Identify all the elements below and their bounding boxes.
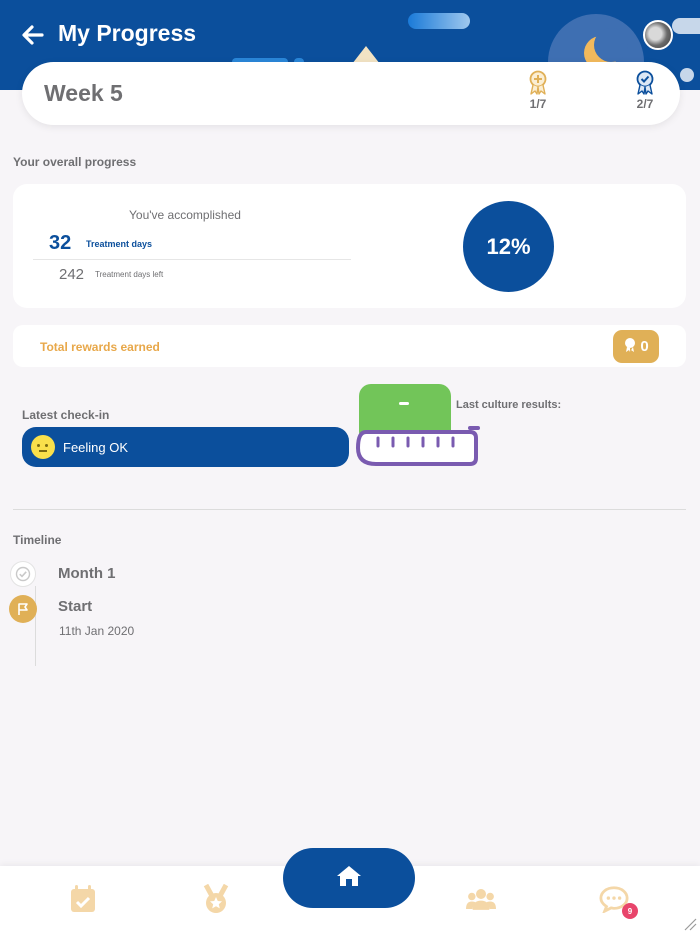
rewards-count: 0 bbox=[640, 338, 649, 355]
timeline-item-start[interactable]: Start bbox=[58, 598, 92, 615]
overall-progress-title: Your overall progress bbox=[13, 155, 137, 169]
days-left-label: Treatment days left bbox=[95, 270, 164, 279]
rewards-card[interactable]: Total rewards earned 0 bbox=[13, 325, 686, 367]
certificate-ribbon-icon bbox=[625, 70, 665, 96]
week-label: Week 5 bbox=[44, 80, 123, 106]
section-divider bbox=[13, 509, 686, 510]
timeline-line bbox=[35, 586, 36, 666]
award-badge[interactable]: 1/7 bbox=[518, 70, 558, 111]
treatment-days-label: Treatment days bbox=[86, 239, 153, 249]
progress-card: You've accomplished 32 Treatment days 24… bbox=[13, 184, 686, 308]
reward-ribbon-icon bbox=[623, 337, 637, 357]
home-icon bbox=[336, 865, 362, 892]
days-left-count: 242 bbox=[59, 266, 85, 283]
rewards-count-pill[interactable]: 0 bbox=[613, 330, 659, 363]
decorative-pill bbox=[408, 13, 470, 29]
award-ribbon-icon bbox=[518, 70, 558, 96]
timeline-item-month-1[interactable]: Month 1 bbox=[58, 565, 116, 582]
back-arrow-icon[interactable] bbox=[20, 22, 46, 48]
checkin-title: Latest check-in bbox=[22, 408, 110, 422]
flag-icon bbox=[9, 595, 37, 623]
people-icon[interactable] bbox=[466, 884, 496, 914]
page-title: My Progress bbox=[58, 20, 197, 46]
divider bbox=[33, 259, 351, 260]
chat-notification-badge: 9 bbox=[622, 903, 638, 919]
certificate-badge[interactable]: 2/7 bbox=[625, 70, 665, 111]
decorative-dot bbox=[680, 68, 694, 82]
checkin-status: Feeling OK bbox=[63, 440, 129, 455]
rewards-label: Total rewards earned bbox=[40, 340, 160, 354]
decorative-pill-right bbox=[672, 18, 700, 34]
accomplished-label: You've accomplished bbox=[129, 208, 241, 222]
test-tube-icon bbox=[354, 424, 484, 473]
progress-percent: 12% bbox=[463, 201, 554, 292]
timeline-title: Timeline bbox=[13, 533, 62, 547]
culture-title: Last culture results: bbox=[456, 399, 562, 411]
treatment-days-count: 32 bbox=[49, 232, 72, 254]
check-icon bbox=[10, 561, 36, 587]
timeline-start-date: 11th Jan 2020 bbox=[59, 624, 135, 638]
neutral-face-icon bbox=[31, 435, 55, 459]
badge-count: 1/7 bbox=[529, 97, 547, 111]
resize-grip-icon[interactable] bbox=[683, 917, 697, 931]
week-card: Week 5 1/7 2/7 bbox=[22, 62, 680, 125]
home-button[interactable] bbox=[283, 848, 415, 908]
checkin-status-pill[interactable]: Feeling OK bbox=[22, 427, 349, 467]
badge-count: 2/7 bbox=[636, 97, 654, 111]
medal-icon[interactable] bbox=[201, 884, 231, 914]
dash-icon bbox=[399, 402, 409, 405]
avatar[interactable] bbox=[643, 20, 673, 50]
calendar-check-icon[interactable] bbox=[68, 884, 98, 914]
